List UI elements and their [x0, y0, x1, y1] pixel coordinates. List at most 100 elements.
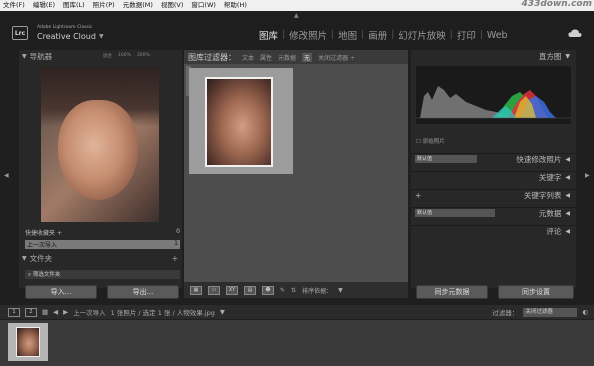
sort-label[interactable]: 排序依据： — [302, 286, 332, 295]
previous-import-label: 上一次导入 — [27, 242, 58, 249]
filter-metadata[interactable]: 元数据 — [278, 53, 296, 62]
collapse-arrow-icon: ▼ — [22, 254, 27, 262]
people-view-icon[interactable]: ☻ — [262, 285, 274, 295]
filmstrip-dropdown-icon[interactable]: ▼ — [220, 308, 225, 316]
loupe-view-icon[interactable]: ▭ — [208, 285, 220, 295]
zoom-fit[interactable]: 适合 — [103, 53, 112, 59]
zoom-100[interactable]: 100% — [118, 53, 131, 59]
filmstrip-count: 1 张照片 / 选定 1 张 / 人物效果.jpg — [110, 309, 215, 317]
panel-comments[interactable]: 评论 ◀ — [411, 225, 576, 237]
import-button[interactable]: 导入... — [25, 285, 97, 299]
grid-icon[interactable]: ▦ — [42, 308, 48, 316]
quick-collection-label: 快捷收藏夹 + — [25, 230, 62, 237]
brand-dropdown-icon[interactable]: ▼ — [99, 33, 104, 40]
keyword-list-title: 关键字列表 — [523, 191, 562, 200]
monitor-2-button[interactable]: 2 — [25, 307, 37, 317]
metadata-preset-select[interactable]: 默认值 — [415, 209, 495, 217]
cloud-icon[interactable] — [568, 28, 582, 38]
collapse-arrow-icon: ◀ — [565, 210, 570, 217]
collapse-arrow-icon: ◀ — [565, 228, 570, 235]
filmstrip-thumbnail[interactable] — [16, 327, 40, 357]
grid-view-icon[interactable]: ▦ — [190, 285, 202, 295]
survey-view-icon[interactable]: ▤ — [244, 285, 256, 295]
brand-title: Creative Cloud — [37, 32, 96, 41]
panel-keywording[interactable]: 关键字 ◀ — [411, 171, 576, 183]
filter-none[interactable]: 无 — [302, 52, 313, 62]
keywording-title: 关键字 — [538, 173, 562, 182]
original-photo-toggle[interactable]: ☐ 原始照片 — [416, 137, 445, 145]
brand-subtitle: Adobe Lightroom Classic — [37, 25, 93, 30]
filter-attribute[interactable]: 属性 — [260, 53, 272, 62]
photo-thumbnail[interactable] — [205, 77, 273, 167]
menu-view[interactable]: 视图(V) — [161, 0, 184, 11]
watermark: 433down.com — [521, 0, 592, 9]
navigator-title: 导航器 — [29, 51, 53, 61]
collapse-top-icon[interactable]: ▲ — [294, 12, 299, 19]
quick-develop-preset-select[interactable]: 默认值 — [415, 155, 477, 163]
collapse-arrow-icon: ▼ — [22, 52, 27, 60]
menu-help[interactable]: 帮助(H) — [224, 0, 247, 11]
menu-bar: 文件(F) 编辑(E) 图库(L) 照片(P) 元数据(M) 视图(V) 窗口(… — [0, 0, 594, 11]
monitor-1-button[interactable]: 1 — [8, 307, 20, 317]
grid-toolbar: ▦ ▭ XY ▤ ☻ ✎ ⇅ 排序依据： ▼ — [184, 282, 408, 298]
comments-title: 评论 — [546, 227, 562, 236]
folders-header[interactable]: ▼ 文件夹 + — [19, 252, 182, 264]
module-book[interactable]: 画册 — [364, 28, 391, 42]
library-filter-bar: 图库过滤器： 文本 属性 元数据 无 关闭过滤器 ÷ — [184, 50, 408, 64]
filter-label: 过滤器： — [492, 309, 519, 317]
module-map[interactable]: 地图 — [334, 28, 361, 42]
original-photo-label: 原始照片 — [422, 139, 445, 145]
metadata-title: 元数据 — [538, 209, 562, 218]
panel-keyword-list[interactable]: + 关键字列表 ◀ — [411, 189, 576, 201]
sync-settings-button[interactable]: 同步设置 — [498, 285, 574, 299]
histogram-header[interactable]: 直方图 ▼ — [411, 50, 576, 62]
zoom-300[interactable]: 300% — [137, 53, 150, 59]
module-picker: 图库 | 修改照片 | 地图 | 画册 | 幻灯片放映 | 打印 | Web — [255, 28, 512, 43]
compare-view-icon[interactable]: XY — [226, 285, 238, 295]
checkbox-icon: ☐ — [416, 139, 423, 145]
quick-develop-title: 快速修改照片 — [516, 155, 562, 164]
module-library[interactable]: 图库 — [255, 28, 282, 42]
collapse-arrow-icon: ◀ — [565, 174, 570, 181]
menu-file[interactable]: 文件(F) — [3, 0, 25, 11]
menu-edit[interactable]: 编辑(E) — [33, 0, 55, 11]
filter-preset-select[interactable]: 关闭过滤器 ÷ — [318, 53, 355, 62]
filter-lock-icon[interactable]: ◐ — [582, 308, 588, 316]
module-develop[interactable]: 修改照片 — [285, 28, 331, 42]
navigator-zoom: 适合 100% 300% — [103, 53, 150, 59]
module-slideshow[interactable]: 幻灯片放映 — [394, 28, 450, 42]
spray-can-icon[interactable]: ✎ — [280, 287, 285, 294]
histogram-title: 直方图 — [538, 51, 562, 61]
folder-filter-label: 筛选文件夹 — [32, 272, 61, 278]
module-print[interactable]: 打印 — [453, 28, 480, 42]
histogram-chart — [416, 66, 571, 124]
previous-import-row[interactable]: 上一次导入 1 — [25, 240, 180, 249]
export-button[interactable]: 导出... — [107, 285, 179, 299]
add-keyword-icon[interactable]: + — [411, 191, 421, 200]
menu-window[interactable]: 窗口(W) — [191, 0, 216, 11]
sort-direction-icon[interactable]: ⇅ — [291, 287, 296, 294]
folder-filter-row[interactable]: ⌕ 筛选文件夹 — [25, 270, 180, 279]
filter-text[interactable]: 文本 — [242, 53, 254, 62]
filmstrip-source[interactable]: 上一次导入 — [73, 307, 106, 317]
left-edge-arrow-icon[interactable]: ◀ — [4, 172, 9, 179]
module-web[interactable]: Web — [483, 30, 512, 41]
navigator-header[interactable]: ▼ 导航器 — [19, 50, 182, 62]
add-folder-icon[interactable]: + — [172, 254, 178, 263]
filmstrip-bar: 1 2 ▦ ◀ ▶ 上一次导入 1 张照片 / 选定 1 张 / 人物效果.jp… — [0, 305, 594, 319]
sync-metadata-button[interactable]: 同步元数据 — [416, 285, 488, 299]
menu-metadata[interactable]: 元数据(M) — [123, 0, 153, 11]
menu-photo[interactable]: 照片(P) — [93, 0, 115, 11]
quick-collection-row[interactable]: 快捷收藏夹 + 0 — [25, 228, 180, 237]
quick-collection-count: 0 — [176, 228, 180, 235]
filmstrip — [0, 320, 594, 366]
library-filter-title: 图库过滤器： — [188, 52, 236, 62]
back-arrow-icon[interactable]: ◀ — [53, 308, 58, 316]
toolbar-menu-icon[interactable]: ▼ — [338, 287, 343, 294]
filter-select[interactable]: 关闭过滤器 — [523, 307, 578, 317]
right-edge-arrow-icon[interactable]: ▶ — [585, 172, 590, 179]
previous-import-count: 1 — [174, 240, 178, 247]
forward-arrow-icon[interactable]: ▶ — [63, 308, 68, 316]
collapse-arrow-icon: ◀ — [565, 192, 570, 199]
menu-library[interactable]: 图库(L) — [63, 0, 85, 11]
